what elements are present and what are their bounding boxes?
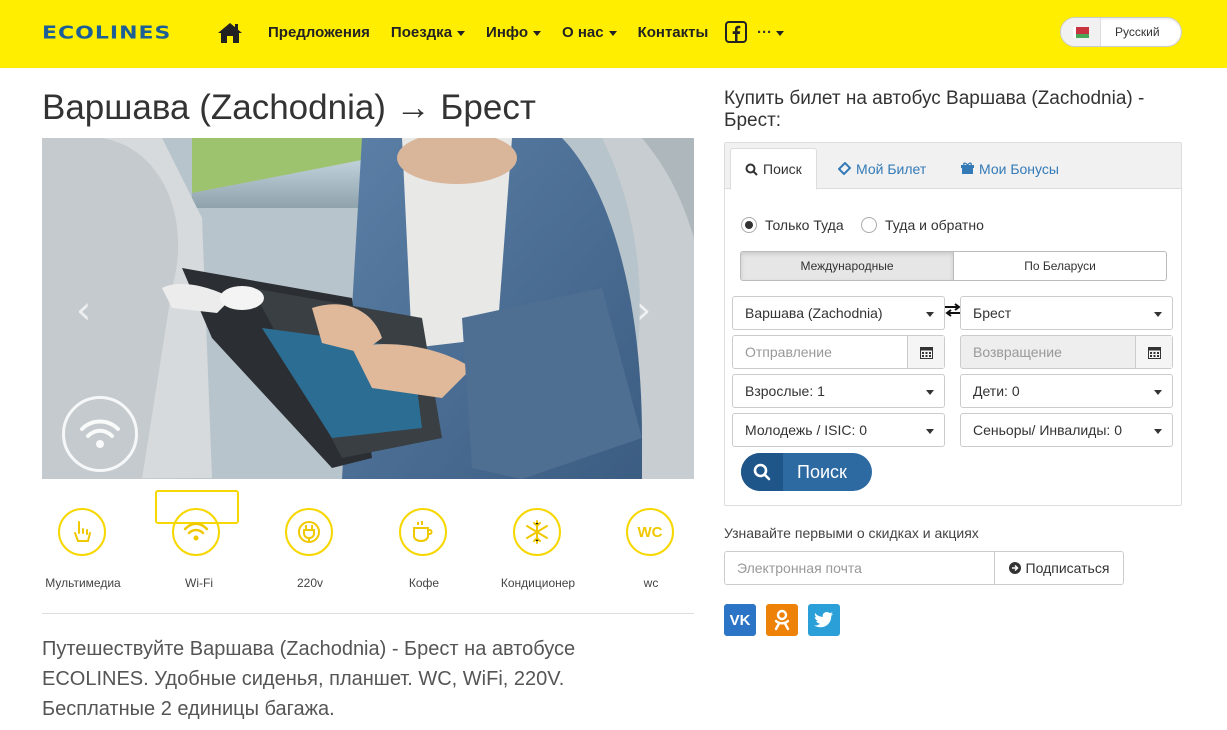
amenity-wc[interactable]: WC wc [609,490,693,590]
hero-carousel[interactable]: ‹ › [42,138,694,479]
booking-tabs: Поиск Мой Билет Мои Бонусы [725,143,1181,190]
tab-my-bonuses[interactable]: Мои Бонусы [947,148,1073,189]
search-icon [741,453,783,491]
return-date-input[interactable]: Возвращение [960,335,1173,369]
chevron-down-icon [776,31,784,36]
top-navbar: ECOLINES Предложения Поездка Инфо О нас … [0,0,1227,68]
carousel-prev-icon[interactable]: ‹ [76,288,91,332]
amenity-label: Кофе [408,576,440,590]
chevron-down-icon [1154,429,1162,434]
nav-info[interactable]: Инфо [486,24,541,41]
tab-search[interactable]: Поиск [730,148,817,190]
radio-button[interactable] [741,217,757,233]
route-type-toggle: Международные По Беларуси [740,251,1167,281]
nav-about[interactable]: О нас [562,24,617,41]
snowflake-icon [513,508,561,556]
chevron-down-icon [1154,390,1162,395]
to-select[interactable]: Брест [960,296,1173,330]
twitter-icon[interactable] [808,604,840,636]
radio-label: Туда и обратно [885,217,984,233]
radio-round-trip[interactable]: Туда и обратно [861,217,984,233]
ticket-icon [838,162,851,175]
route-type-international[interactable]: Международные [741,252,954,280]
chevron-down-icon [926,312,934,317]
nav-contacts[interactable]: Контакты [638,24,709,41]
amenity-label: Мультимедиа [45,576,121,590]
amenities-row: Мультимедиа Wi-Fi 220v Кофе Кондиционер … [42,490,694,596]
ecolines-logo[interactable]: ECOLINES [42,20,171,46]
chevron-down-icon [608,31,617,36]
wifi-badge-icon [62,396,138,472]
touch-icon [58,508,106,556]
chevron-down-icon [457,31,466,36]
facebook-icon[interactable] [725,21,747,43]
divider [42,613,694,614]
amenity-aircon[interactable]: Кондиционер [496,490,580,590]
departure-date-input[interactable]: Отправление [732,335,945,369]
calendar-icon[interactable] [1135,336,1172,368]
carousel-next-icon[interactable]: › [636,288,651,332]
route-description: Путешествуйте Варшава (Zachodnia) - Брес… [42,638,576,720]
amenity-wifi[interactable]: Wi-Fi [155,490,239,590]
chevron-down-icon [926,390,934,395]
calendar-icon[interactable] [907,336,944,368]
chevron-down-icon [1154,312,1162,317]
language-selector[interactable]: Русский [1060,17,1182,47]
language-label: Русский [1115,25,1160,39]
nav-trip[interactable]: Поездка [391,24,466,41]
amenity-label: Wi-Fi [185,576,213,590]
amenity-220v[interactable]: 220v [268,490,352,590]
newsletter-label: Узнавайте первыми о скидках и акциях [724,525,979,541]
odnoklassniki-icon[interactable] [766,604,798,636]
search-button[interactable]: Поиск [741,453,872,491]
arrow-circle-right-icon [1008,562,1021,574]
adults-select[interactable]: Взрослые: 1 [732,374,945,408]
amenity-label: wc [643,576,659,590]
chevron-down-icon [926,429,934,434]
gift-icon [961,162,974,174]
wifi-icon [172,508,220,556]
radio-one-way[interactable]: Только Туда [741,217,844,233]
email-field[interactable]: Электронная почта [724,551,996,585]
booking-heading: Купить билет на автобус Варшава (Zachodn… [724,88,1145,131]
route-type-domestic[interactable]: По Беларуси [954,252,1166,280]
belarus-flag-icon [1072,26,1089,38]
amenity-label: 220v [296,576,324,590]
page-title: Варшава (Zachodnia) → Брест [42,88,536,127]
coffee-icon [399,508,447,556]
more-menu[interactable]: ··· [757,24,784,41]
from-select[interactable]: Варшава (Zachodnia) [732,296,945,330]
amenity-coffee[interactable]: Кофе [382,490,466,590]
youth-select[interactable]: Молодежь / ISIC: 0 [732,413,945,447]
chevron-down-icon [532,31,541,36]
amenity-label: Кондиционер [500,576,576,590]
subscribe-button[interactable]: Подписаться [994,551,1124,585]
radio-button[interactable] [861,217,877,233]
vk-icon[interactable]: VK [724,604,756,636]
flag-wrapper [1061,18,1101,46]
children-select[interactable]: Дети: 0 [960,374,1173,408]
nav-offers[interactable]: Предложения [268,24,370,41]
tab-my-ticket[interactable]: Мой Билет [824,148,940,189]
booking-panel: Поиск Мой Билет Мои Бонусы Только Туда Т… [724,142,1182,506]
radio-label: Только Туда [765,217,844,233]
main-nav: Предложения Поездка Инфо О нас Контакты [268,24,729,41]
hero-photo [42,138,694,479]
amenity-multimedia[interactable]: Мультимедиа [41,490,125,590]
plug-icon [285,508,333,556]
wc-icon: WC [626,508,674,556]
search-icon [745,163,758,176]
seniors-select[interactable]: Сеньоры/ Инвалиды: 0 [960,413,1173,447]
home-icon[interactable] [217,22,243,44]
